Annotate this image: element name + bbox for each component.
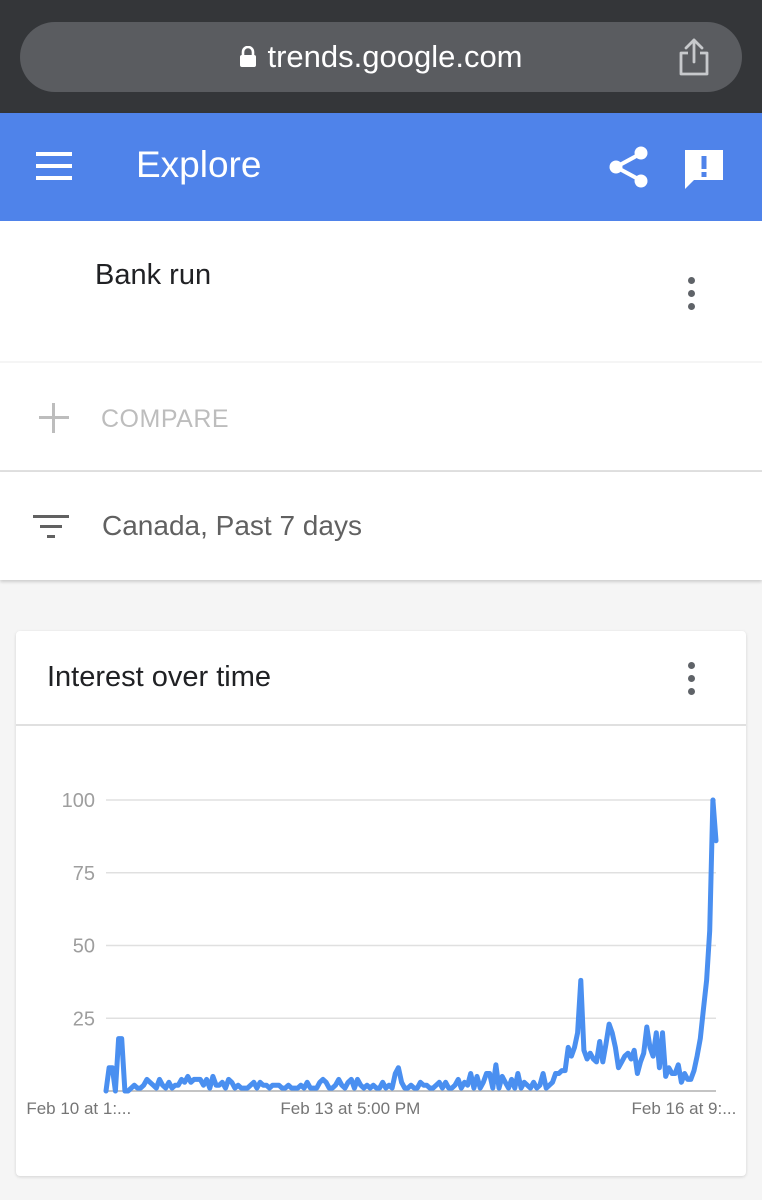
app-header: Explore <box>0 113 762 221</box>
url-display[interactable]: trends.google.com <box>20 40 742 74</box>
y-tick-label: 25 <box>73 1008 95 1030</box>
x-tick-label: Feb 13 at 5:00 PM <box>280 1099 420 1118</box>
address-bar[interactable]: trends.google.com <box>20 22 742 92</box>
filter-icon <box>33 515 69 538</box>
filter-label: Canada, Past 7 days <box>102 510 362 541</box>
y-tick-label: 100 <box>62 790 95 812</box>
share-page-icon[interactable] <box>676 38 712 76</box>
share-icon[interactable] <box>607 145 651 189</box>
plus-icon <box>39 403 69 433</box>
x-tick-label: Feb 10 at 1:... <box>26 1099 131 1118</box>
y-tick-label: 75 <box>73 863 95 885</box>
more-options-icon[interactable] <box>686 277 696 313</box>
x-tick-label: Feb 16 at 9:... <box>631 1099 736 1118</box>
compare-label: COMPARE <box>101 405 230 433</box>
browser-toolbar: trends.google.com <box>0 0 762 113</box>
url-text: trends.google.com <box>267 39 523 74</box>
feedback-icon[interactable] <box>682 147 726 191</box>
interest-line-chart: 25 50 75 100 Feb 10 at 1:... Feb 13 at 5:00 P… <box>26 790 736 1118</box>
search-term-label: Bank run <box>95 259 212 291</box>
filter-row[interactable]: Canada, Past 7 days <box>0 472 762 580</box>
page-title: Explore <box>136 144 262 185</box>
lock-icon <box>240 46 257 67</box>
search-term-card[interactable]: Bank run <box>0 221 762 361</box>
interest-over-time-card: Interest over time 25 50 75 100 Feb 10 at 1:… <box>16 631 746 1176</box>
menu-icon[interactable] <box>36 151 74 181</box>
compare-button[interactable]: COMPARE <box>0 363 762 472</box>
y-tick-label: 50 <box>73 936 95 958</box>
